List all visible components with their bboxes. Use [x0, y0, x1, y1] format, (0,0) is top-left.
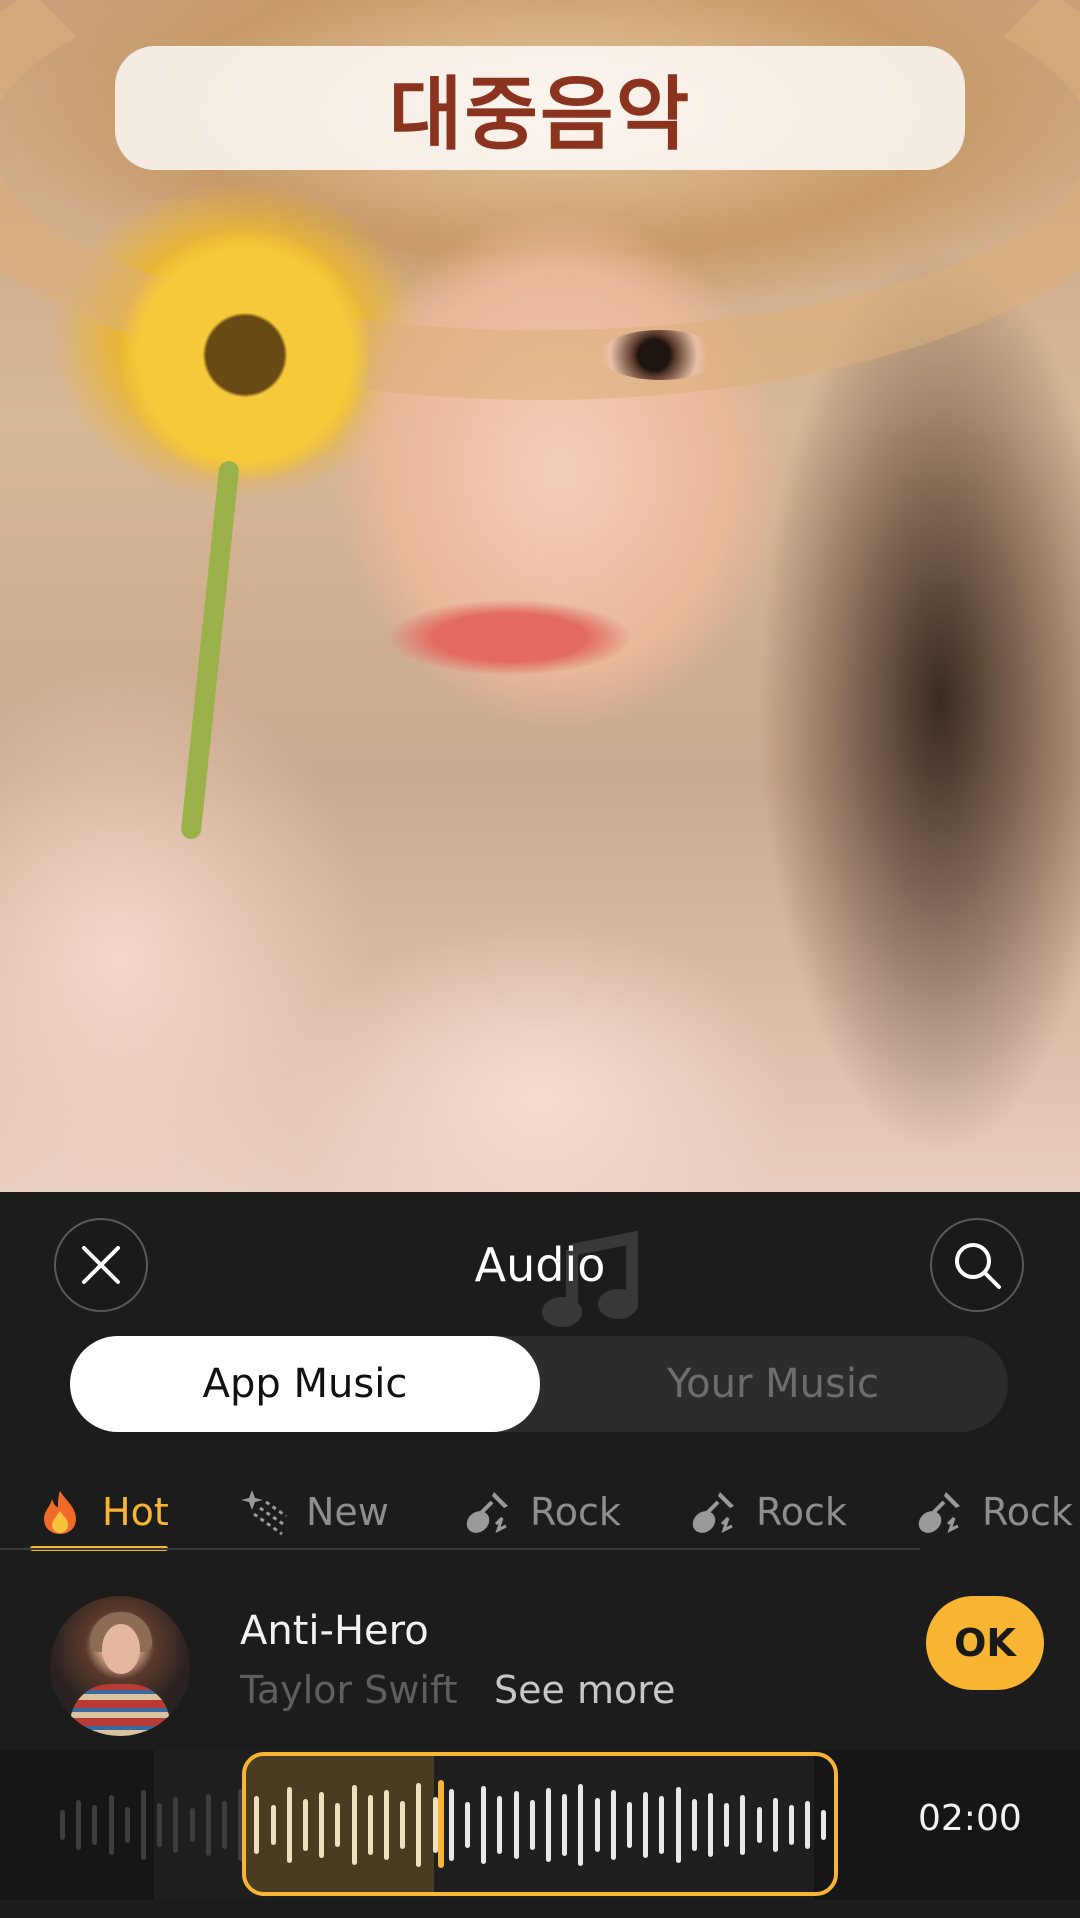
track-row[interactable]: Anti-Hero Taylor Swift See more OK [0, 1582, 1080, 1736]
guitar-icon [464, 1488, 512, 1536]
tab-app-music[interactable]: App Music [70, 1336, 540, 1432]
fire-icon [36, 1488, 84, 1536]
waveform-bar [173, 1797, 179, 1853]
waveform-bar [124, 1807, 130, 1843]
category-label: Hot [102, 1490, 169, 1534]
sparkle-icon [240, 1488, 288, 1536]
selection-handle-box[interactable] [242, 1752, 838, 1896]
waveform-bar [108, 1795, 114, 1855]
category-rock-2[interactable]: Rock [690, 1476, 847, 1548]
waveform-bar [76, 1800, 82, 1850]
search-icon [955, 1243, 1001, 1289]
panel-header: Audio [0, 1230, 1080, 1327]
eye [600, 330, 720, 380]
waveform-bar [157, 1803, 163, 1847]
category-rock-3[interactable]: Rock [916, 1476, 1073, 1548]
guitar-icon [916, 1488, 964, 1536]
track-artist: Taylor Swift [240, 1668, 458, 1712]
waveform-bar [189, 1808, 195, 1842]
cover-face [102, 1624, 140, 1674]
category-label: Rock [530, 1490, 621, 1534]
album-cover [50, 1596, 190, 1736]
lips [390, 600, 630, 675]
cover-shirt [70, 1684, 170, 1736]
overlay-title-pill[interactable]: 대중음악 [115, 46, 965, 170]
category-label: New [306, 1490, 389, 1534]
waveform-trimmer[interactable]: 02:00 [0, 1750, 1080, 1900]
waveform-bar [222, 1801, 227, 1849]
category-hot[interactable]: Hot [36, 1476, 169, 1548]
waveform-bar [205, 1794, 211, 1856]
overlay-title-text: 대중음악 [388, 68, 692, 161]
category-divider [0, 1548, 920, 1550]
waveform-bar [141, 1790, 146, 1860]
audio-panel: Audio Your Music App Music Hot New Rock … [0, 1192, 1080, 1918]
track-title: Anti-Hero [240, 1608, 429, 1654]
tab-your-music[interactable]: Your Music [538, 1336, 1008, 1432]
guitar-icon [690, 1488, 738, 1536]
ok-button[interactable]: OK [926, 1596, 1044, 1690]
see-more-link[interactable]: See more [494, 1668, 675, 1712]
duration-label: 02:00 [918, 1798, 1022, 1839]
flower-stem [180, 459, 240, 841]
waveform-bar [60, 1810, 65, 1840]
background-photo: 대중음악 [0, 0, 1080, 1192]
waveform-bar [92, 1805, 98, 1845]
category-tabs: Hot New Rock Rock Rock [0, 1476, 1080, 1556]
playhead[interactable] [438, 1780, 444, 1868]
category-label: Rock [982, 1490, 1073, 1534]
sunflower [120, 230, 370, 480]
panel-title: Audio [474, 1238, 606, 1292]
category-new[interactable]: New [240, 1476, 389, 1548]
search-button[interactable] [930, 1218, 1024, 1312]
category-label: Rock [756, 1490, 847, 1534]
category-rock-1[interactable]: Rock [464, 1476, 621, 1548]
music-source-toggle: Your Music App Music [70, 1336, 1008, 1432]
